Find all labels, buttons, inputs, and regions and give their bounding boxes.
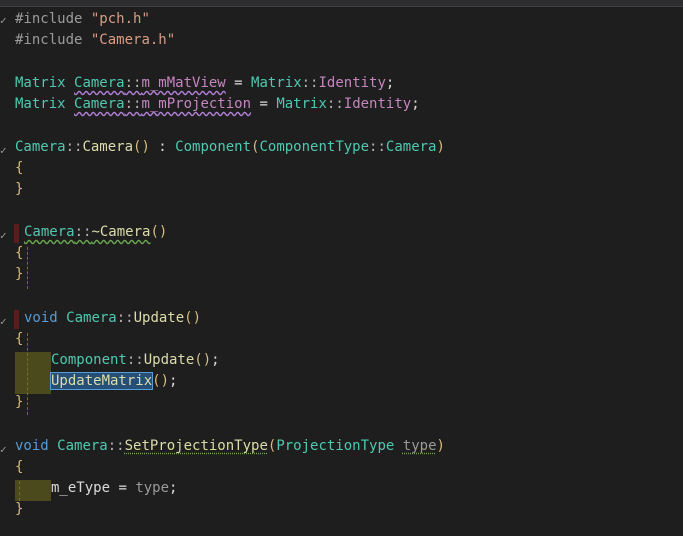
code-line[interactable]: { — [15, 457, 23, 478]
code-line[interactable]: { — [15, 329, 23, 350]
selected-text[interactable]: UpdateMatrix — [49, 372, 154, 390]
code-line[interactable]: m_eType = type; — [51, 478, 177, 499]
fold-icon[interactable]: ✓ — [0, 225, 10, 246]
code-line[interactable]: Matrix Camera::m_mMatView = Matrix::Iden… — [15, 73, 394, 94]
code-line[interactable]: Camera::~Camera() — [24, 222, 167, 243]
code-line[interactable]: #include "Camera.h" — [15, 30, 175, 51]
error-marker — [14, 224, 19, 243]
fold-icon[interactable]: ✓ — [0, 10, 10, 31]
code-line[interactable]: Component::Update(); — [51, 350, 220, 371]
fold-icon[interactable]: ✓ — [0, 140, 10, 161]
fold-icon[interactable]: ✓ — [0, 311, 10, 332]
code-line[interactable]: #include "pch.h" — [15, 9, 150, 30]
code-line[interactable]: void Camera::SetProjectionType(Projectio… — [15, 436, 445, 457]
error-marker — [14, 310, 19, 329]
code-line[interactable]: { — [15, 243, 23, 264]
code-line[interactable]: Camera::Camera() : Component(ComponentTy… — [15, 137, 445, 158]
indent-highlight — [15, 480, 51, 501]
code-line[interactable]: Matrix Camera::m_mProjection = Matrix::I… — [15, 94, 420, 115]
indent-guide — [27, 247, 28, 289]
code-line[interactable]: UpdateMatrix(); — [49, 371, 177, 392]
code-line[interactable]: } — [15, 264, 23, 285]
code-line[interactable]: { — [15, 158, 23, 179]
code-editor[interactable]: ✓ ✓ ✓ ✓ ✓ #include "pch.h" #include "Cam… — [0, 7, 683, 536]
code-line[interactable]: void Camera::Update() — [24, 308, 201, 329]
code-line[interactable]: } — [15, 499, 23, 520]
code-line[interactable]: } — [15, 179, 23, 200]
indent-guide — [19, 481, 20, 501]
indent-guide — [27, 333, 28, 415]
code-line[interactable]: } — [15, 392, 23, 413]
fold-icon[interactable]: ✓ — [0, 439, 10, 460]
editor-tab-strip — [0, 0, 683, 7]
indent-highlight — [15, 352, 51, 394]
